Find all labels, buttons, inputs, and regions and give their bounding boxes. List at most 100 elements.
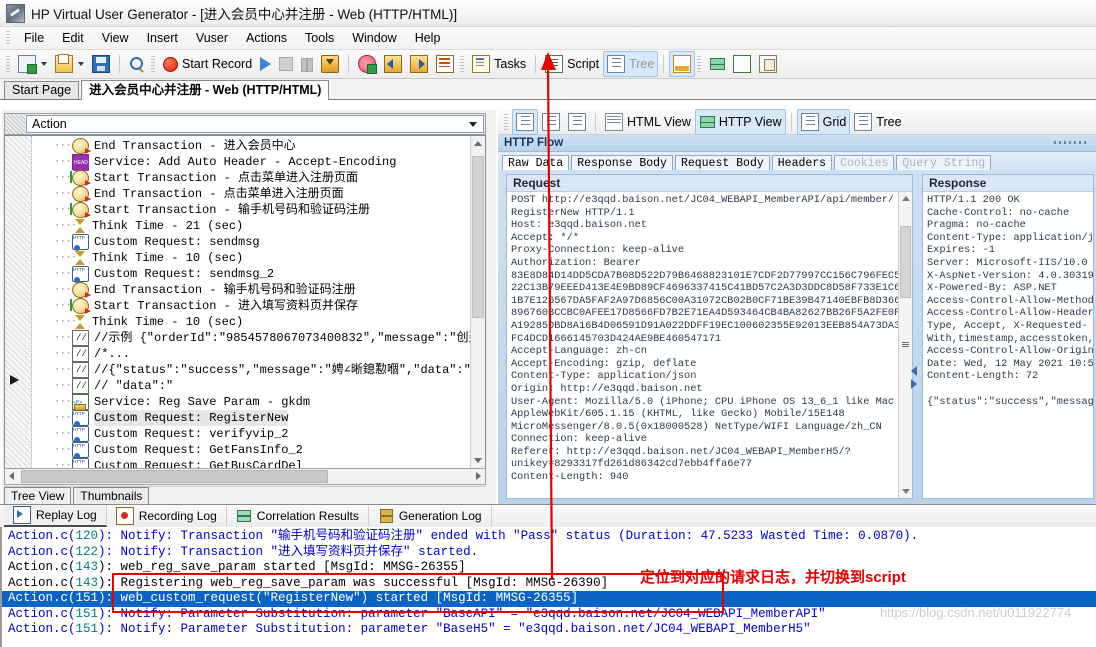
script-step-row[interactable]: ···· End Transaction - 输手机号码和验证码注册 [32,282,470,298]
save-button[interactable] [88,51,114,77]
scroll-up-icon[interactable] [474,141,482,146]
log-line[interactable]: Action.c(151): Notify: Parameter Substit… [2,622,1096,638]
tree-horizontal-scrollbar[interactable] [4,468,486,485]
sync-button[interactable] [705,51,729,77]
new-script-button[interactable] [14,51,40,77]
toolbar-grip-2[interactable] [151,55,155,73]
snapshot-button[interactable] [317,51,343,77]
log-line[interactable]: Action.c(143): Registering web_reg_save_… [2,576,1096,592]
tree-hscroll-thumb[interactable] [21,470,328,483]
scroll-left-icon[interactable] [9,472,14,480]
new-script-dropdown-icon[interactable] [41,62,47,66]
tree-connector-icon: ···· [54,412,77,424]
response-raw-text[interactable]: HTTP/1.1 200 OK Cache-Control: no-cache Pr… [923,192,1093,498]
menu-actions[interactable]: Actions [237,29,296,47]
scan-correlations-back-button[interactable] [380,51,406,77]
menu-help[interactable]: Help [406,29,450,47]
menu-vuser[interactable]: Vuser [187,29,237,47]
xml-button[interactable] [729,51,755,77]
menu-grip[interactable] [6,31,10,45]
tab-replay-log[interactable]: Replay Log [4,505,107,527]
request-scroll-down-icon[interactable] [901,489,910,494]
open-script-dropdown-icon[interactable] [78,62,84,66]
snapshot-button-1[interactable] [512,109,538,135]
replay-log-output[interactable]: Action.c(120): Notify: Transaction "输手机号… [0,527,1096,647]
splitter-right-icon[interactable] [911,379,917,389]
snapshot-button-3[interactable] [564,109,590,135]
script-step-row[interactable]: ···· Service: Add Auto Header - Accept-En… [32,154,470,171]
start-record-button[interactable]: Start Record [159,51,256,77]
script-step-row[interactable]: ···· Custom Request: GetFansInfo_2 [32,442,470,459]
script-step-row[interactable]: ···· Start Transaction - 输手机号码和验证码注册 [32,202,470,218]
tasks-button[interactable]: Tasks [468,51,530,77]
toolbar-grip-4[interactable] [697,55,702,73]
script-step-row[interactable]: ···· End Transaction - 进入会员中心 [32,138,470,154]
http-view-button[interactable]: HTTP View [694,109,786,135]
snapshot-button-2[interactable] [538,109,564,135]
scan-correlations-fwd-button[interactable] [406,51,432,77]
script-step-row[interactable]: ···· Custom Request: sendmsg_2 [32,266,470,283]
menu-window[interactable]: Window [343,29,405,47]
pause-button[interactable] [297,51,317,77]
split-view-button[interactable] [669,51,696,77]
tree-view-button[interactable]: Tree [603,51,659,77]
tab-generation-log[interactable]: Generation Log [369,506,492,526]
chevron-down-icon[interactable] [469,121,477,127]
html-view-button[interactable]: HTML View [601,109,695,135]
tab-recording-log[interactable]: Recording Log [107,506,227,526]
toolbar-grip-3[interactable] [460,55,465,73]
script-step-row[interactable]: ···· End Transaction - 点击菜单进入注册页面 [32,186,470,202]
script-view-button[interactable]: Script [541,51,603,77]
toolbar-grip-1[interactable] [6,55,10,73]
log-line[interactable]: Action.c(120): Notify: Transaction "输手机号… [2,529,1096,545]
stop-button[interactable] [275,51,297,77]
script-step-row[interactable]: ···· // "data":" [32,378,470,394]
request-scroll-up-icon[interactable] [901,196,910,201]
script-step-list[interactable]: ···· End Transaction - 进入会员中心 ···· Service:… [32,136,470,468]
copy-button[interactable] [755,51,781,77]
script-step-row[interactable]: ···· //{"status":"success","message":"娉∠晰… [32,362,470,378]
script-step-row[interactable]: ···· Custom Request: verifyvip_2 [32,426,470,443]
tab-active-script[interactable]: 进入会员中心并注册 - Web (HTTP/HTML) [81,80,330,100]
tab-correlation-results[interactable]: Correlation Results [227,506,369,526]
script-step-row[interactable]: ···· //示例 {"orderId":"9854578067073400832… [32,330,470,346]
tree-vertical-scrollbar[interactable] [470,136,485,468]
grid-view-button[interactable]: Grid [796,109,851,135]
script-step-row[interactable]: ···· Think Time - 10 (sec) [32,250,470,266]
menu-view[interactable]: View [93,29,138,47]
script-step-row[interactable]: ···· Think Time - 21 (sec) [32,218,470,234]
scroll-down-icon[interactable] [474,458,482,463]
splitter-left-icon[interactable] [911,366,917,376]
script-step-row[interactable]: ···· Custom Request: sendmsg [32,234,470,251]
scroll-right-icon[interactable] [476,472,481,480]
design-studio-button[interactable] [354,51,380,77]
tree-snapshot-button[interactable]: Tree [850,109,905,135]
menu-insert[interactable]: Insert [138,29,187,47]
request-scroll-thumb[interactable] [900,226,911,298]
script-step-row[interactable]: ···· Custom Request: GetBusCardDel [32,458,470,468]
menu-file[interactable]: File [15,29,53,47]
script-step-row[interactable]: ···· Service: Reg Save Param - gkdm [32,394,470,411]
log-line[interactable]: Action.c(122): Notify: Transaction "进入填写… [2,545,1096,561]
log-line[interactable]: Action.c(143): web_reg_save_param starte… [2,560,1096,576]
script-step-row[interactable]: ···· Start Transaction - 点击菜单进入注册页面 [32,170,470,186]
view-toolbar-grip[interactable] [504,113,508,131]
action-combo[interactable]: Action [26,115,484,133]
tab-start-page[interactable]: Start Page [4,81,80,99]
runtime-settings-button[interactable] [432,51,458,77]
script-step-row[interactable]: ···· Start Transaction - 进入填写资料页并保存 [32,298,470,314]
open-script-button[interactable] [51,51,77,77]
tab-tree-view[interactable]: Tree View [4,487,72,505]
script-step-row[interactable]: ···· /*... [32,346,470,362]
request-scrollbar[interactable] [898,192,912,498]
script-step-row[interactable]: ···· Think Time - 10 (sec) [32,314,470,330]
menu-tools[interactable]: Tools [296,29,343,47]
find-button[interactable] [125,51,149,77]
run-button[interactable] [256,51,275,77]
menu-edit[interactable]: Edit [53,29,93,47]
tab-thumbnails[interactable]: Thumbnails [73,487,150,505]
request-raw-text[interactable]: POST http://e3qqd.baison.net/JC04_WEBAPI… [507,192,912,498]
panel-splitter[interactable] [911,366,921,392]
script-step-row[interactable]: ···· Custom Request: RegisterNew [32,410,470,427]
tree-scroll-thumb[interactable] [472,156,484,318]
